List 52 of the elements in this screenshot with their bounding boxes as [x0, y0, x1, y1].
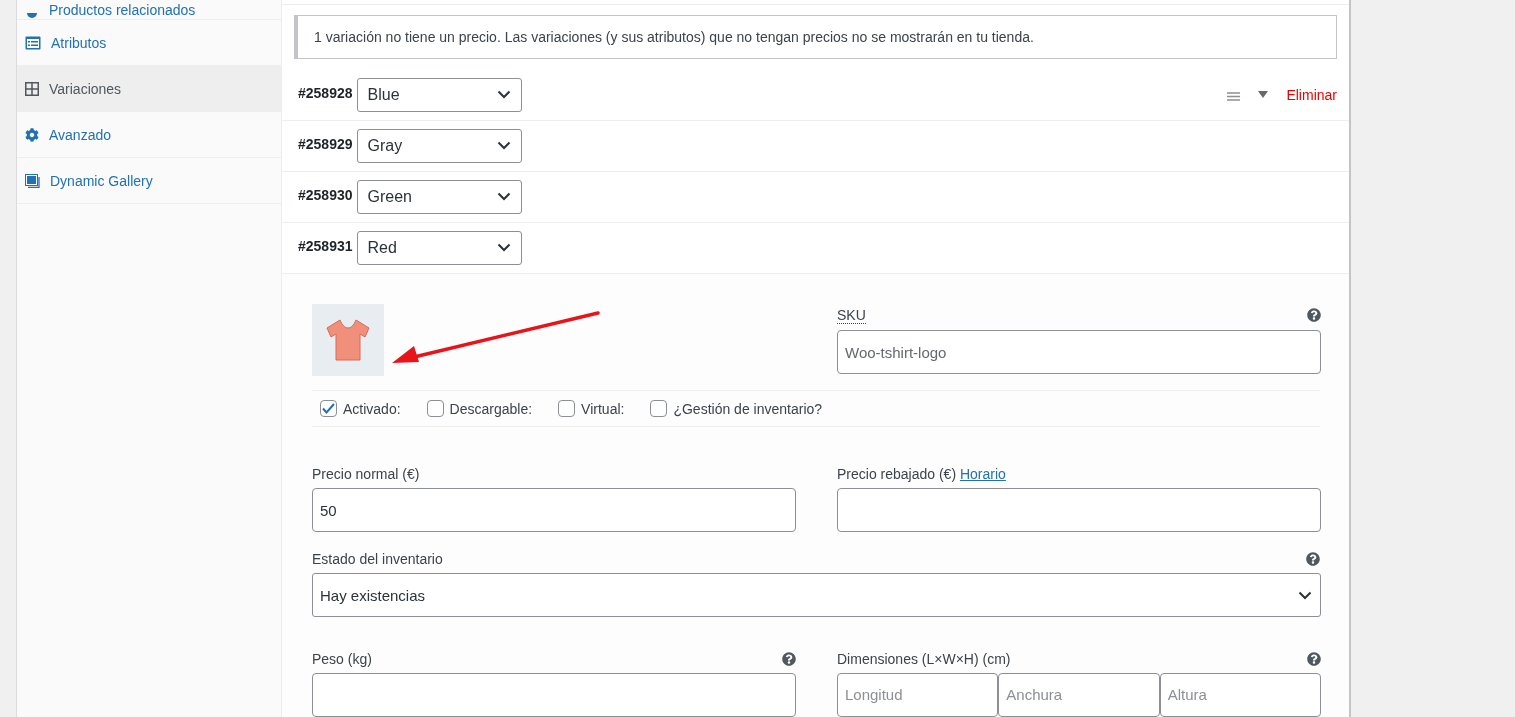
weight-input[interactable]	[312, 673, 796, 717]
checkbox-option[interactable]: Descargable:	[426, 400, 533, 417]
attribute-select[interactable]: Red	[356, 230, 522, 265]
sku-label: SKU	[837, 306, 866, 324]
remove-link[interactable]: Eliminar	[1286, 86, 1337, 103]
chevron-down-icon	[496, 192, 511, 202]
sku-input[interactable]: Woo-tshirt-logo	[837, 330, 1321, 374]
help-icon[interactable]	[1306, 552, 1320, 566]
attribute-select[interactable]: Green	[356, 179, 522, 214]
sidebar-item[interactable]: Productos relacionados	[17, 0, 281, 20]
image-gallery-icon	[25, 173, 40, 188]
field-label: Precio normal (€)	[312, 466, 420, 482]
variation-id: #258931	[298, 237, 353, 254]
checkbox[interactable]	[426, 400, 444, 417]
variation-id: #258928	[298, 84, 353, 101]
product-thumbnail[interactable]	[312, 304, 384, 376]
attribute-select[interactable]: Gray	[356, 128, 522, 163]
tshirt-icon	[324, 318, 372, 362]
checkbox[interactable]	[558, 400, 576, 417]
list-icon	[25, 35, 41, 50]
grid-icon	[25, 81, 39, 96]
variation-id: #258929	[298, 135, 353, 152]
attribute-select[interactable]: Blue	[356, 77, 522, 112]
drag-handle-icon[interactable]	[1227, 92, 1241, 102]
sidebar-item[interactable]: Variaciones	[17, 66, 281, 112]
variation-id: #258930	[298, 186, 353, 203]
regular-price-input[interactable]: 50	[312, 488, 796, 532]
chevron-down-icon	[496, 141, 511, 151]
schedule-link[interactable]: Horario	[959, 466, 1006, 482]
checkbox-option[interactable]: Activado:	[320, 400, 401, 417]
notice-message: 1 variación no tiene un precio. Las variaciones (y sus atributos) que no tengan precios no se mostrarán en tu tienda.	[294, 14, 1337, 59]
checkbox[interactable]	[650, 400, 668, 417]
checkbox-option[interactable]: Virtual:	[558, 400, 625, 417]
field-label: Estado del inventario	[312, 551, 443, 567]
stock-status-select[interactable]: Hay existencias	[312, 573, 1321, 617]
field-label: Dimensiones (L×W×H) (cm)	[837, 651, 1011, 667]
field-label: Peso (kg)	[312, 651, 372, 667]
sidebar-item[interactable]: Avanzado	[17, 112, 281, 158]
settings-icon	[25, 127, 39, 142]
sale-price-input[interactable]	[837, 488, 1321, 532]
field-label: Precio rebajado (€) Horario	[837, 466, 1006, 482]
checkbox[interactable]	[320, 400, 337, 417]
help-icon[interactable]	[782, 652, 796, 666]
caret-icon[interactable]	[1258, 91, 1269, 99]
checkbox-option[interactable]: ¿Gestión de inventario?	[650, 400, 823, 417]
chevron-down-icon	[496, 90, 511, 100]
sidebar-item[interactable]: Dynamic Gallery	[17, 158, 281, 204]
chevron-down-icon	[496, 243, 511, 253]
help-icon[interactable]	[1307, 652, 1321, 666]
dimension-input[interactable]: Anchura	[998, 673, 1160, 717]
help-icon[interactable]	[1307, 308, 1321, 322]
chevron-down-icon	[1298, 590, 1312, 600]
